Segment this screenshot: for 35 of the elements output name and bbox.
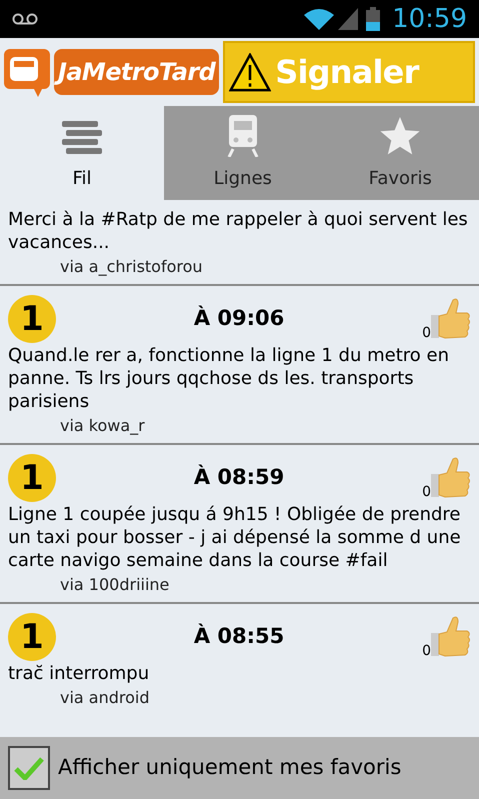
report-author: via a_christoforou (59, 256, 204, 278)
checkbox-label: Afficher uniquement mes favoris (58, 754, 402, 782)
wifi-icon (304, 8, 334, 30)
thumbs-up-icon[interactable] (431, 457, 471, 499)
like-count: 0 (422, 483, 431, 502)
battery-icon (366, 7, 380, 31)
checkmark-icon (14, 756, 44, 780)
star-icon (379, 117, 422, 157)
report-author: via android (59, 687, 151, 709)
line-badge: 1 (8, 613, 56, 661)
thumbs-up-icon[interactable] (431, 616, 471, 658)
like-count: 0 (422, 324, 431, 343)
warning-icon (229, 52, 272, 92)
report-author: via kowa_r (59, 415, 146, 437)
line-badge: 1 (8, 454, 56, 502)
report-time: À 08:55 (192, 622, 286, 650)
tab[interactable]: Favoris (322, 106, 479, 200)
voicemail-icon (12, 13, 38, 25)
like-count: 0 (422, 642, 431, 661)
report-time: À 08:59 (192, 464, 286, 492)
status-time: 10:59 (392, 2, 467, 36)
report-text: Merci à la #Ratp de me rappeler à quoi servent les vacances... (8, 208, 469, 254)
report-text: Quand.le rer a, fonctionne la ligne 1 du metro en panne. Ts lrs jours qqchose ds les. transports parisiens (8, 344, 450, 413)
report-author: via 100driiine (59, 574, 170, 596)
report-text: Ligne 1 coupée jusqu á 9h15 ! Obligée de prendre un taxi pour bosser - j ai dépensé la somme d une carte navigo semaine dans la course #fail (8, 503, 462, 572)
signal-icon (338, 8, 358, 30)
app-logo: JaMetroTard (54, 49, 220, 95)
line-badge: 1 (8, 295, 56, 343)
report-time: À 09:06 (192, 304, 286, 332)
report-text: trac̆ interrompu (8, 662, 150, 685)
train-logo-icon (4, 47, 50, 97)
checkbox[interactable] (8, 746, 50, 790)
tab[interactable]: Lignes (164, 106, 322, 200)
train-icon (226, 115, 259, 157)
thumbs-up-icon[interactable] (431, 298, 471, 340)
